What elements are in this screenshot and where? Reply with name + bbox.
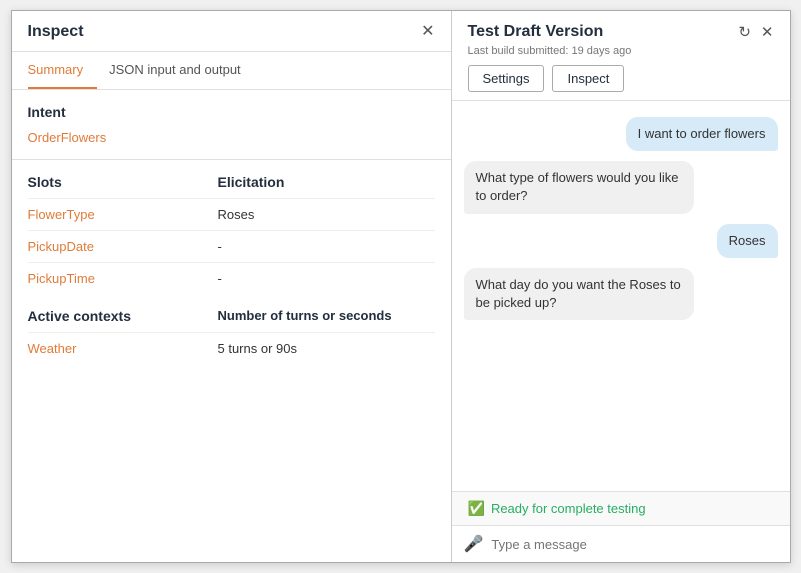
ac-col-label: Active contexts xyxy=(28,308,218,324)
chat-bubble-2: What type of flowers would you like to o… xyxy=(464,161,694,213)
slot-row-pickuptime: PickupTime - xyxy=(28,262,435,294)
status-text: Ready for complete testing xyxy=(491,501,646,516)
ac-value-weather: 5 turns or 90s xyxy=(218,341,298,356)
slot-name-pickupdate: PickupDate xyxy=(28,239,218,254)
slot-name-pickuptime: PickupTime xyxy=(28,271,218,286)
ac-col-turns: Number of turns or seconds xyxy=(218,308,392,324)
left-title: Inspect xyxy=(28,23,84,41)
left-panel: Inspect ✕ Summary JSON input and output … xyxy=(12,11,452,562)
chat-bubble-4: What day do you want the Roses to be pic… xyxy=(464,268,694,320)
chat-message-1: I want to order flowers xyxy=(464,117,778,151)
chat-message-3: Roses xyxy=(464,224,778,258)
intent-value: OrderFlowers xyxy=(28,130,435,145)
left-panel-inner: Intent OrderFlowers Slots Elicitation Fl… xyxy=(12,90,451,562)
slot-row-pickupdate: PickupDate - xyxy=(28,230,435,262)
slot-value-flowertype: Roses xyxy=(218,207,255,222)
right-header: Test Draft Version ↻ ✕ Last build submit… xyxy=(452,11,790,101)
slots-col-label: Slots xyxy=(28,174,218,190)
right-buttons: Settings Inspect xyxy=(468,65,774,92)
active-contexts-header-row: Active contexts Number of turns or secon… xyxy=(28,308,435,324)
right-subtitle: Last build submitted: 19 days ago xyxy=(468,45,774,57)
right-panel: Test Draft Version ↻ ✕ Last build submit… xyxy=(452,11,790,562)
intent-section: Intent OrderFlowers xyxy=(12,90,451,145)
slots-col-elicitation: Elicitation xyxy=(218,174,285,190)
slots-header-row: Slots Elicitation xyxy=(28,174,435,190)
active-contexts-section: Active contexts Number of turns or secon… xyxy=(12,294,451,364)
status-bar: ✅ Ready for complete testing xyxy=(452,491,790,525)
mic-icon[interactable]: 🎤 xyxy=(464,534,484,554)
right-title-icons: ↻ ✕ xyxy=(738,23,773,41)
left-tabs: Summary JSON input and output xyxy=(12,52,451,90)
slot-value-pickupdate: - xyxy=(218,239,222,254)
chat-message-2: What type of flowers would you like to o… xyxy=(464,161,778,213)
status-icon: ✅ xyxy=(468,500,485,517)
chat-area: I want to order flowers What type of flow… xyxy=(452,101,790,491)
right-title: Test Draft Version xyxy=(468,23,604,41)
slot-value-pickuptime: - xyxy=(218,271,222,286)
right-title-row: Test Draft Version ↻ ✕ xyxy=(468,23,774,41)
chat-bubble-1: I want to order flowers xyxy=(626,117,778,151)
tab-json[interactable]: JSON input and output xyxy=(109,52,255,89)
left-header: Inspect ✕ xyxy=(12,11,451,52)
close-icon-right[interactable]: ✕ xyxy=(761,23,774,41)
message-input[interactable] xyxy=(491,537,777,552)
slot-row-flowertype: FlowerType Roses xyxy=(28,198,435,230)
ac-name-weather: Weather xyxy=(28,341,218,356)
input-area: 🎤 xyxy=(452,525,790,562)
left-content: Intent OrderFlowers Slots Elicitation Fl… xyxy=(12,90,451,364)
slot-name-flowertype: FlowerType xyxy=(28,207,218,222)
inspect-button[interactable]: Inspect xyxy=(552,65,624,92)
intent-title: Intent xyxy=(28,104,435,120)
ac-row-weather: Weather 5 turns or 90s xyxy=(28,332,435,364)
tab-summary[interactable]: Summary xyxy=(28,52,98,89)
close-icon[interactable]: ✕ xyxy=(421,24,434,40)
refresh-icon[interactable]: ↻ xyxy=(738,23,751,41)
chat-message-4: What day do you want the Roses to be pic… xyxy=(464,268,778,320)
slots-section: Slots Elicitation FlowerType Roses Picku… xyxy=(12,160,451,294)
chat-bubble-3: Roses xyxy=(717,224,778,258)
settings-button[interactable]: Settings xyxy=(468,65,545,92)
